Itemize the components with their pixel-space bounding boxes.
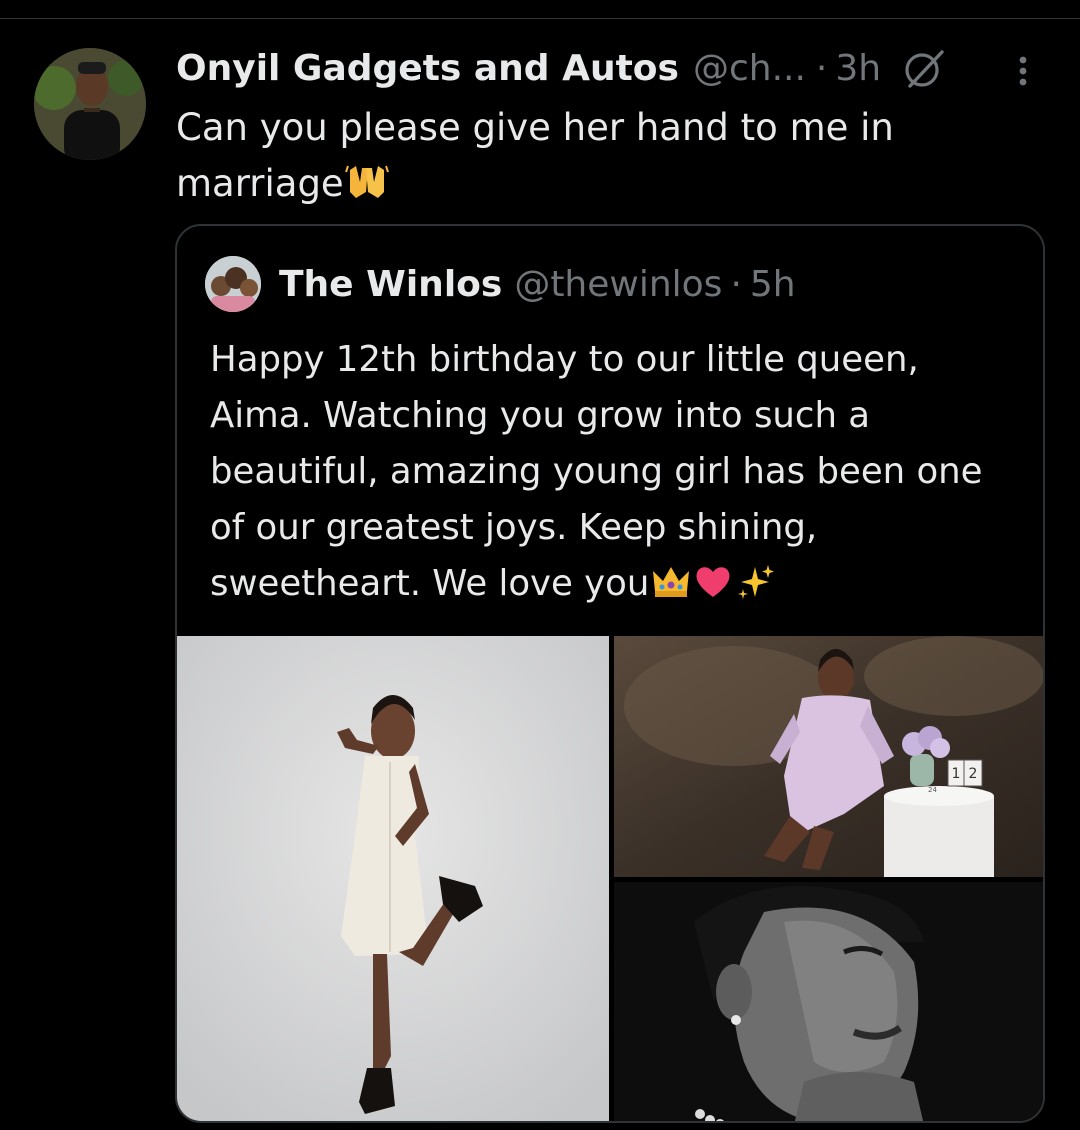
quoted-author-handle[interactable]: @thewinlos xyxy=(514,264,722,305)
age-block-2: 2 xyxy=(969,766,978,782)
tweet-time[interactable]: 3h xyxy=(835,48,881,89)
girl-in-white-dress-photo[interactable] xyxy=(177,636,609,1121)
sparkles-emoji xyxy=(735,562,775,600)
author-handle[interactable]: @ch... xyxy=(693,48,806,89)
age-block-1: 1 xyxy=(952,766,961,782)
tweet-text: Can you please give her hand to me in ma… xyxy=(176,100,1036,212)
tweet-body: Can you please give her hand to me in ma… xyxy=(176,106,894,205)
black-and-white-portrait-photo[interactable] xyxy=(614,882,1043,1121)
header-separator: · xyxy=(815,47,828,89)
quoted-time[interactable]: 5h xyxy=(750,264,796,305)
heart-emoji xyxy=(693,562,733,600)
quoted-header: The Winlos @thewinlos · 5h xyxy=(279,260,796,308)
quoted-tweet-card[interactable]: The Winlos @thewinlos · 5h Happy 12th bi… xyxy=(175,224,1045,1123)
quoted-author-name[interactable]: The Winlos xyxy=(279,264,502,305)
author-avatar[interactable] xyxy=(34,48,146,160)
grok-icon[interactable] xyxy=(902,46,948,92)
author-name[interactable]: Onyil Gadgets and Autos xyxy=(176,48,679,89)
tweet-header: Onyil Gadgets and Autos @ch... · 3h xyxy=(176,44,1056,92)
more-options-icon[interactable] xyxy=(1008,50,1038,90)
cake-number: 24 xyxy=(928,786,937,794)
girl-in-lilac-dress-photo[interactable]: 1 2 24 xyxy=(614,636,1043,877)
quoted-separator: · xyxy=(730,263,742,305)
raising-hands-emoji xyxy=(344,162,390,202)
quoted-text: Happy 12th birthday to our little queen,… xyxy=(210,332,1025,612)
top-divider xyxy=(0,0,1080,19)
crown-emoji xyxy=(651,562,691,600)
quoted-body: Happy 12th birthday to our little queen,… xyxy=(210,339,983,604)
quoted-author-avatar[interactable] xyxy=(205,256,261,312)
